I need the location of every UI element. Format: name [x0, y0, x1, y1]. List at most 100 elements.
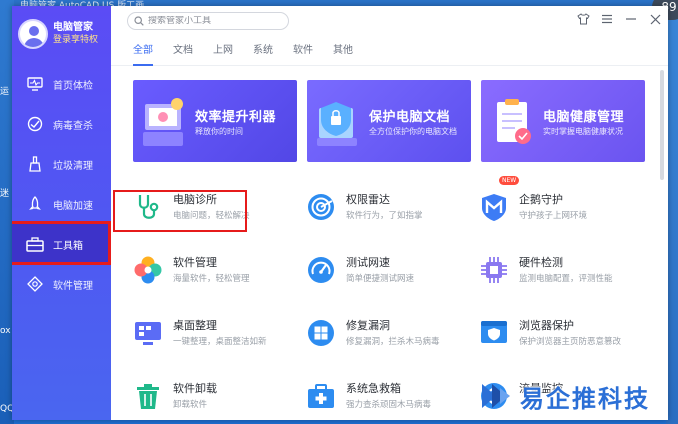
tool-name: 测试网速 [346, 256, 390, 269]
desktop-icon-label[interactable]: 迷 [0, 186, 9, 199]
sidebar-item-label: 首页体检 [53, 80, 93, 92]
tool-system-rescue[interactable]: 系统急救箱 强力查杀顽固木马病毒 [306, 371, 479, 420]
banner-subtitle: 释放你的时间 [195, 127, 243, 136]
software-icon [26, 276, 44, 292]
first-aid-icon [308, 384, 334, 408]
skin-icon[interactable] [576, 12, 590, 26]
tool-desc: 卸载软件 [173, 400, 208, 410]
tool-name: 硬件检测 [519, 256, 563, 269]
profile[interactable]: 电脑管家 登录享特权 [12, 6, 111, 62]
trash-icon [137, 384, 159, 409]
tool-browser-protect[interactable]: 浏览器保护 保护浏览器主页防恶意篡改 [479, 308, 652, 371]
watermark: 易企推科技 [478, 372, 668, 420]
desktop-icon-label[interactable]: ox [0, 326, 11, 336]
tool-penguin-guard[interactable]: NEW 企鹅守护 守护孩子上网环境 [479, 176, 652, 245]
tool-desc: 一键整理，桌面整洁如新 [173, 337, 267, 347]
virus-scan-icon [26, 116, 44, 132]
flower-icon [134, 256, 162, 284]
sidebar-item-toolbox[interactable]: 工具箱 [12, 224, 111, 264]
tool-name: 软件卸载 [173, 382, 217, 395]
chip-icon [481, 257, 507, 283]
windows-icon [308, 320, 334, 346]
tool-desc: 修复漏洞，拦杀木马病毒 [346, 337, 440, 347]
banner-title: 效率提升利器 [195, 110, 277, 125]
banner-health[interactable]: 电脑健康管理 实时掌握电脑健康状况 [481, 80, 645, 162]
tool-desktop-organize[interactable]: 桌面整理 一键整理，桌面整洁如新 [133, 308, 306, 371]
tool-name: 浏览器保护 [519, 319, 574, 332]
tool-speed-test[interactable]: 测试网速 简单便捷测试网速 [306, 245, 479, 308]
tool-name: 桌面整理 [173, 319, 217, 332]
browser-shield-icon [481, 321, 507, 343]
sidebar-item-cleanup[interactable]: 垃圾清理 [12, 144, 111, 184]
banner-subtitle: 全方位保护你的电脑文档 [369, 127, 457, 136]
search-input[interactable] [148, 16, 278, 26]
sidebar-item-home-check[interactable]: 首页体检 [12, 64, 111, 104]
sidebar-item-label: 软件管理 [53, 280, 93, 292]
banner-efficiency[interactable]: 效率提升利器 释放你的时间 [133, 80, 297, 162]
tool-desc: 监测电脑配置，评测性能 [519, 274, 613, 284]
tab-documents[interactable]: 文档 [173, 36, 193, 66]
tool-name: 电脑诊所 [173, 193, 217, 206]
banner-protect-docs[interactable]: 保护电脑文档 全方位保护你的电脑文档 [307, 80, 471, 162]
tool-desc: 海量软件，轻松管理 [173, 274, 250, 284]
tool-row: 软件管理 海量软件，轻松管理 测试网速 简单便捷测试网速 硬件检测 监测电脑配置… [133, 245, 653, 308]
tool-row: 电脑诊所 电脑问题，轻松解决 权限雷达 软件行为，了如指掌 NEW 企鹅守护 守… [133, 176, 653, 245]
close-icon[interactable] [648, 12, 662, 26]
banner-title: 电脑健康管理 [543, 110, 625, 125]
sidebar: 电脑管家 登录享特权 首页体检 病毒查杀 垃圾清理 电脑加速 工具箱 软件管理 [12, 6, 111, 420]
tool-desc: 保护浏览器主页防恶意篡改 [519, 337, 622, 347]
sidebar-item-label: 电脑加速 [53, 200, 93, 212]
monitor-icon [26, 76, 44, 92]
search-box[interactable] [127, 12, 289, 30]
shield-m-icon [482, 194, 506, 221]
document-lock-illustration-icon [317, 102, 357, 146]
sidebar-item-virus-scan[interactable]: 病毒查杀 [12, 104, 111, 144]
sidebar-item-label: 病毒查杀 [53, 120, 93, 132]
radar-icon [308, 194, 334, 220]
minimize-icon[interactable] [624, 12, 638, 26]
banner-title: 保护电脑文档 [369, 110, 451, 125]
tab-internet[interactable]: 上网 [213, 36, 233, 66]
new-badge: NEW [499, 176, 520, 185]
scrollbar[interactable] [660, 70, 664, 180]
tool-uninstall[interactable]: 软件卸载 卸载软件 [133, 371, 306, 420]
speedometer-icon [308, 257, 334, 283]
window-controls [576, 12, 662, 26]
banner-row: 效率提升利器 释放你的时间 保护电脑文档 全方位保护你的电脑文档 电脑健康管理 … [111, 66, 668, 162]
main-panel: 全部 文档 上网 系统 软件 其他 效率提升利器 释放你的时间 保护电脑文档 全… [111, 6, 668, 420]
tab-other[interactable]: 其他 [333, 36, 353, 66]
tool-permission-radar[interactable]: 权限雷达 软件行为，了如指掌 [306, 182, 479, 245]
tab-system[interactable]: 系统 [253, 36, 273, 66]
watermark-logo-icon [482, 384, 510, 408]
tool-desc: 强力查杀顽固木马病毒 [346, 400, 432, 410]
tool-hardware-check[interactable]: 硬件检测 监测电脑配置，评测性能 [479, 245, 652, 308]
avatar[interactable] [18, 19, 48, 49]
tool-software-manager[interactable]: 软件管理 海量软件，轻松管理 [133, 245, 306, 308]
tool-pc-clinic[interactable]: 电脑诊所 电脑问题，轻松解决 [133, 182, 306, 245]
stethoscope-icon [138, 195, 159, 219]
tool-row: 桌面整理 一键整理，桌面整洁如新 修复漏洞 修复漏洞，拦杀木马病毒 浏览器保护 [133, 308, 653, 371]
tab-software[interactable]: 软件 [293, 36, 313, 66]
category-tabs: 全部 文档 上网 系统 软件 其他 [111, 36, 668, 66]
menu-icon[interactable] [600, 12, 614, 26]
rocket-icon [26, 196, 44, 212]
health-clipboard-illustration-icon [497, 99, 531, 144]
sidebar-item-software[interactable]: 软件管理 [12, 264, 111, 304]
desktop-icon-label[interactable]: 运 [0, 84, 9, 97]
sidebar-item-label: 工具箱 [53, 240, 83, 252]
search-icon [134, 16, 144, 26]
tab-all[interactable]: 全部 [133, 36, 153, 66]
tool-name: 企鹅守护 [519, 193, 563, 206]
login-link[interactable]: 登录享特权 [53, 34, 98, 47]
sidebar-nav: 首页体检 病毒查杀 垃圾清理 电脑加速 工具箱 软件管理 [12, 64, 111, 304]
desktop-icon [135, 322, 161, 345]
tool-desc: 软件行为，了如指掌 [346, 211, 423, 221]
app-name: 电脑管家 [53, 22, 93, 33]
sidebar-item-speedup[interactable]: 电脑加速 [12, 184, 111, 224]
efficiency-illustration-icon [143, 98, 183, 146]
topbar [111, 6, 668, 36]
tool-fix-vulnerabilities[interactable]: 修复漏洞 修复漏洞，拦杀木马病毒 [306, 308, 479, 371]
toolbox-icon [26, 236, 44, 252]
tool-name: 软件管理 [173, 256, 217, 269]
banner-subtitle: 实时掌握电脑健康状况 [543, 127, 623, 136]
